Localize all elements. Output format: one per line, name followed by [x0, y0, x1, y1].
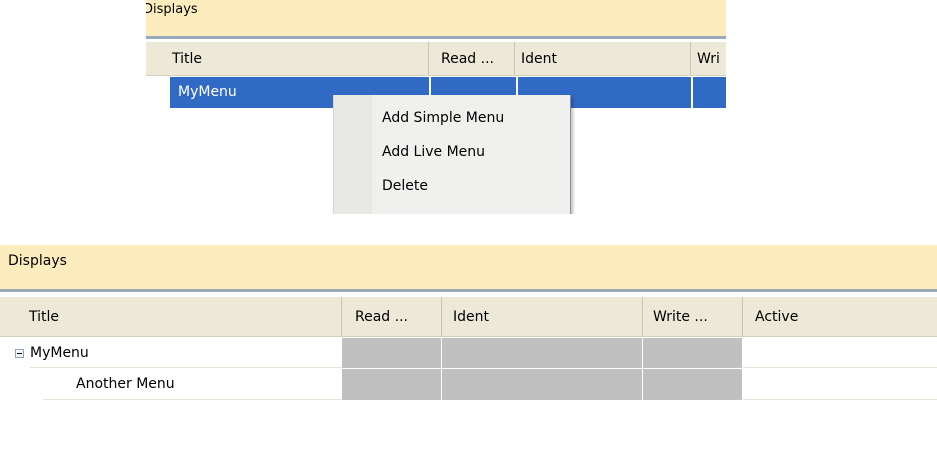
col-title-header[interactable]: Title: [0, 297, 342, 336]
row-title-mymenu: MyMenu: [30, 345, 89, 361]
top-section-title-bar: Displays: [146, 0, 726, 39]
top-col-ident-header[interactable]: Ident: [515, 42, 691, 75]
row-title-another-menu: Another Menu: [76, 376, 175, 392]
menu-item-delete[interactable]: Delete: [334, 171, 570, 201]
top-row-write-cell[interactable]: [693, 77, 726, 108]
bottom-column-header-row: Title Read ... Ident Write ... Active: [0, 297, 937, 337]
top-col-read-header[interactable]: Read ...: [429, 42, 515, 75]
table-row-another-menu[interactable]: Another Menu: [0, 369, 937, 400]
row-read-cell[interactable]: [342, 338, 442, 368]
row-ident-cell[interactable]: [442, 369, 643, 400]
row-ident-cell[interactable]: [442, 338, 643, 368]
col-read-header[interactable]: Read ...: [342, 297, 442, 336]
row-title-cell[interactable]: MyMenu: [30, 338, 342, 368]
top-col-title-header[interactable]: Title: [168, 42, 429, 75]
bottom-displays-panel: Displays Title Read ... Ident Write ... …: [0, 245, 937, 468]
collapse-toggle-icon[interactable]: [15, 349, 24, 358]
col-active-header[interactable]: Active: [743, 297, 937, 336]
table-row-mymenu[interactable]: MyMenu: [0, 338, 937, 368]
top-column-header-row: Title Read ... Ident Wri: [146, 42, 726, 76]
row-active-cell[interactable]: [743, 338, 937, 368]
top-col-write-header[interactable]: Wri: [691, 42, 726, 75]
col-ident-header[interactable]: Ident: [442, 297, 643, 336]
top-section-title: Displays: [146, 2, 198, 17]
context-menu: Add Simple Menu Add Live Menu Delete: [333, 95, 571, 214]
bottom-section-title: Displays: [8, 253, 67, 269]
menu-item-add-simple-menu[interactable]: Add Simple Menu: [334, 103, 570, 133]
bottom-section-title-bar: Displays: [0, 245, 937, 292]
row-title-cell[interactable]: Another Menu: [43, 369, 342, 400]
row-active-cell[interactable]: [743, 369, 937, 400]
row-write-cell[interactable]: [643, 338, 743, 368]
row-read-cell[interactable]: [342, 369, 442, 400]
row-write-cell[interactable]: [643, 369, 743, 400]
col-write-header[interactable]: Write ...: [643, 297, 743, 336]
menu-item-add-live-menu[interactable]: Add Live Menu: [334, 137, 570, 167]
top-displays-panel: Displays Title Read ... Ident Wri MyMenu…: [146, 0, 726, 214]
top-row-title: MyMenu: [178, 84, 237, 100]
